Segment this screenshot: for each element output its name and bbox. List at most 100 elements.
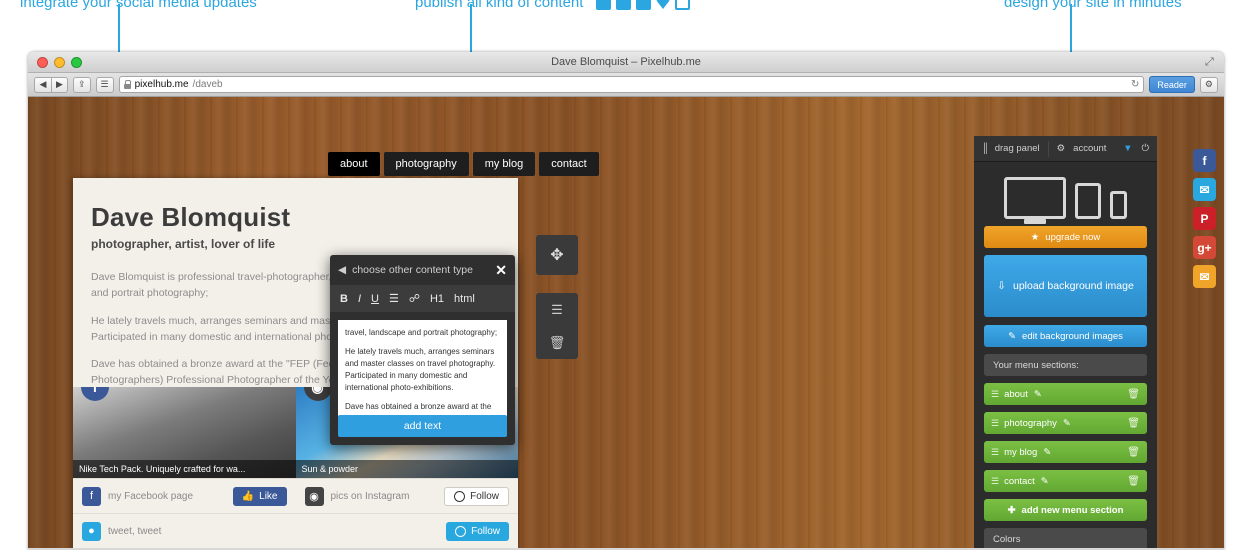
googleplus-share-icon[interactable]: g+ — [1193, 236, 1216, 259]
social-row-top: f my Facebook page 👍 Like ◉ pics on Inst… — [73, 478, 518, 513]
drag-panel-label[interactable]: drag panel — [995, 143, 1040, 154]
menu-section-contact[interactable]: ☰ contact ✎ 🗑 — [984, 470, 1147, 492]
device-preview-switcher[interactable] — [974, 162, 1157, 226]
instagram-icon: ◉ — [304, 486, 324, 506]
follow-icon — [455, 525, 467, 537]
settings-button[interactable]: ⚙ — [1199, 76, 1218, 93]
edit-background-images-button[interactable]: ✎ edit background images — [984, 325, 1147, 347]
menu-sections-label: Your menu sections: — [984, 354, 1147, 376]
upload-background-button[interactable]: ⇩ upload background image — [984, 255, 1147, 317]
upgrade-now-button[interactable]: ★ upgrade now — [984, 226, 1147, 248]
trash-icon[interactable]: 🗑 — [1127, 389, 1140, 400]
text-editor-area[interactable]: travel, landscape and portrait photograp… — [338, 320, 507, 424]
thumbnail-caption: Sun & powder — [295, 460, 518, 478]
colors-section[interactable]: Colors — [984, 528, 1147, 548]
share-button[interactable]: ⇪ — [73, 76, 91, 93]
element-tools[interactable]: ☰ 🗑 — [536, 293, 578, 359]
italic-button[interactable]: I — [358, 293, 361, 305]
pencil-icon[interactable]: ✎ — [1041, 476, 1049, 487]
thumbnail-caption: Nike Tech Pack. Uniquely crafted for wa.… — [73, 460, 296, 478]
trash-icon[interactable]: 🗑 — [1127, 476, 1140, 487]
drag-grip-icon[interactable]: ☰ — [991, 476, 999, 487]
h1-button[interactable]: H1 — [430, 293, 444, 305]
address-bar[interactable]: pixelhub.me/daveb ↻ — [118, 76, 1145, 93]
browser-window: Dave Blomquist – Pixelhub.me ⤢ ◀ ▶ ⇪ ☰ p… — [28, 52, 1224, 550]
power-icon[interactable]: ⏻ — [1141, 143, 1149, 154]
browser-toolbar: ◀ ▶ ⇪ ☰ pixelhub.me/daveb ↻ Reader ⚙ — [28, 73, 1224, 97]
move-handle-button[interactable]: ✥ — [536, 235, 578, 275]
nav-item-my-blog[interactable]: my blog — [472, 152, 536, 176]
delete-icon[interactable]: 🗑 — [549, 335, 566, 351]
pencil-icon[interactable]: ✎ — [1043, 447, 1051, 458]
format-toolbar[interactable]: B I U ☰ ☍ H1 html — [330, 285, 515, 312]
site-tagline: photographer, artist, lover of life — [91, 237, 276, 251]
menu-icon[interactable]: ☰ — [551, 302, 563, 318]
social-facebook[interactable]: f my Facebook page 👍 Like — [73, 486, 296, 506]
annotation-center-icons — [595, 0, 690, 10]
back-icon[interactable]: ◀ — [338, 264, 346, 276]
nav-buttons[interactable]: ◀ ▶ — [34, 76, 68, 93]
instagram-follow-button[interactable]: Follow — [444, 486, 509, 506]
add-text-button[interactable]: add text — [338, 415, 507, 437]
annotation-center: publish all kind of content — [415, 0, 690, 11]
filter-icon[interactable]: ▼ — [1123, 143, 1132, 154]
social-label: my Facebook page — [108, 490, 194, 502]
menu-section-photography[interactable]: ☰ photography ✎ 🗑 — [984, 412, 1147, 434]
list-button[interactable]: ☰ — [389, 292, 399, 305]
popup-title: choose other content type — [352, 264, 473, 276]
window-title: Dave Blomquist – Pixelhub.me — [551, 56, 701, 68]
nav-item-about[interactable]: about — [328, 152, 380, 176]
drag-grip-icon[interactable]: ☰ — [991, 389, 999, 400]
twitter-share-icon[interactable]: ✉ — [1193, 178, 1216, 201]
plus-icon: ✚ — [1007, 504, 1016, 516]
sidebar-button[interactable]: ☰ — [95, 76, 114, 93]
add-section-label: add new menu section — [1021, 504, 1124, 516]
html-button[interactable]: html — [454, 293, 475, 305]
pinterest-share-icon[interactable]: P — [1193, 207, 1216, 230]
upgrade-label: upgrade now — [1045, 231, 1101, 243]
facebook-like-button[interactable]: 👍 Like — [232, 486, 287, 506]
drag-grip-icon[interactable]: ☰ — [991, 418, 999, 429]
menu-section-my-blog[interactable]: ☰ my blog ✎ 🗑 — [984, 441, 1147, 463]
facebook-share-icon[interactable]: f — [1193, 149, 1216, 172]
panel-header: ║ drag panel ⚙ account ▼ ⏻ — [974, 136, 1157, 162]
nav-item-photography[interactable]: photography — [383, 152, 469, 176]
pencil-icon[interactable]: ✎ — [1034, 389, 1042, 400]
menu-section-about[interactable]: ☰ about ✎ 🗑 — [984, 383, 1147, 405]
social-instagram[interactable]: ◉ pics on Instagram Follow — [296, 486, 519, 506]
back-button[interactable]: ◀ — [34, 76, 51, 93]
bold-button[interactable]: B — [340, 293, 348, 305]
twitter-follow-button[interactable]: Follow — [446, 521, 509, 541]
thumbnail-facebook[interactable]: f Nike Tech Pack. Uniquely crafted for w… — [73, 387, 296, 478]
underline-button[interactable]: U — [371, 293, 379, 305]
tablet-icon[interactable] — [1075, 183, 1101, 219]
account-label[interactable]: account — [1073, 143, 1106, 154]
phone-icon[interactable] — [1110, 191, 1127, 219]
star-icon: ★ — [1030, 231, 1040, 243]
trash-icon[interactable]: 🗑 — [1127, 418, 1140, 429]
follow-label: Follow — [470, 490, 499, 502]
url-domain: pixelhub.me — [134, 79, 189, 90]
thumbs-up-icon: 👍 — [241, 490, 255, 502]
like-label: Like — [259, 490, 278, 502]
forward-button[interactable]: ▶ — [51, 76, 68, 93]
site-nav[interactable]: about photography my blog contact — [328, 152, 599, 176]
pencil-icon[interactable]: ✎ — [1063, 418, 1071, 429]
close-icon[interactable]: ✕ — [495, 262, 507, 279]
fullscreen-icon[interactable]: ⤢ — [1205, 56, 1216, 68]
edit-backgrounds-label: edit background images — [1022, 330, 1123, 342]
social-share-rail[interactable]: f ✉ P g+ ✉ — [1193, 149, 1216, 288]
drag-grip-icon[interactable]: ☰ — [991, 447, 999, 458]
upload-label: upload background image — [1012, 280, 1134, 292]
reload-icon[interactable]: ↻ — [1131, 79, 1139, 90]
reader-button[interactable]: Reader — [1149, 76, 1195, 93]
nav-item-contact[interactable]: contact — [539, 152, 599, 176]
social-twitter[interactable]: ● tweet, tweet — [73, 521, 446, 541]
gear-icon[interactable]: ⚙ — [1057, 143, 1066, 154]
trash-icon[interactable]: 🗑 — [1127, 447, 1140, 458]
drag-grip-icon[interactable]: ║ — [982, 143, 989, 154]
link-button[interactable]: ☍ — [409, 292, 420, 305]
add-new-menu-section-button[interactable]: ✚ add new menu section — [984, 499, 1147, 521]
desktop-icon[interactable] — [1004, 177, 1066, 219]
email-share-icon[interactable]: ✉ — [1193, 265, 1216, 288]
